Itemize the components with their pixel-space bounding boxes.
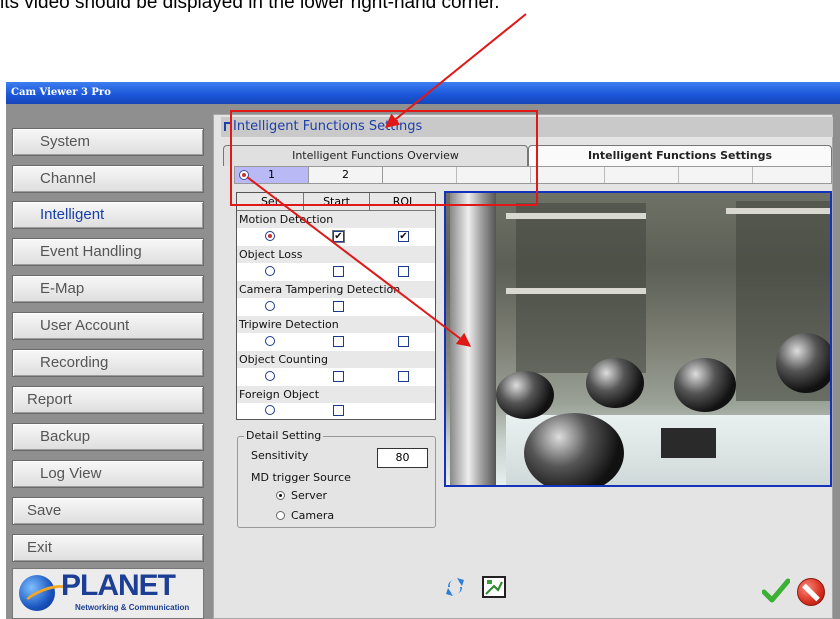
cancel-icon[interactable] xyxy=(797,578,825,606)
nav-backup-button[interactable]: Backup xyxy=(12,423,204,451)
video-dome-camera-shape xyxy=(586,358,644,408)
nav-intelligent-button[interactable]: Intelligent xyxy=(12,201,204,229)
nav-system-button[interactable]: System xyxy=(12,128,204,156)
nav-label: E-Map xyxy=(40,280,85,297)
nav-exit-button[interactable]: Exit xyxy=(12,534,204,562)
nav-channel-button[interactable]: Channel xyxy=(12,165,204,193)
nav-save-button[interactable]: Save xyxy=(12,497,204,525)
start-checkbox-object-counting[interactable] xyxy=(333,371,344,382)
caption-text: its video should be displayed in the low… xyxy=(0,0,500,13)
video-dome-camera-shape xyxy=(776,333,830,393)
nav-label: User Account xyxy=(40,317,130,334)
nav-label: Save xyxy=(27,502,62,519)
start-checkbox-camera-tampering[interactable] xyxy=(333,301,344,312)
md-trigger-source-label: MD trigger Source xyxy=(251,471,351,484)
tab-functions-settings[interactable]: Intelligent Functions Settings xyxy=(528,145,832,166)
start-checkbox-motion-detection[interactable]: ✔ xyxy=(333,231,344,242)
nav-label: Event Handling xyxy=(40,243,142,260)
nav-recording-button[interactable]: Recording xyxy=(12,349,204,377)
video-dome-camera-shape xyxy=(496,371,554,419)
window-title: Cam Viewer 3 Pro xyxy=(11,87,111,98)
nav-label: Report xyxy=(27,391,73,408)
set-radio-foreign-object[interactable] xyxy=(265,405,275,415)
annotation-highlight-box xyxy=(230,110,538,206)
video-shelf-shape xyxy=(506,288,646,294)
set-radio-object-counting[interactable] xyxy=(265,371,275,381)
globe-icon xyxy=(19,575,55,611)
check-icon[interactable] xyxy=(762,578,790,604)
video-shelf-shape xyxy=(726,208,830,214)
snapshot-icon[interactable] xyxy=(482,576,506,598)
sensitivity-label: Sensitivity xyxy=(251,449,309,462)
function-label-camera-tampering: Camera Tampering Detection xyxy=(237,281,435,298)
video-dome-camera-shape xyxy=(524,413,624,485)
nav-report-button[interactable]: Report xyxy=(12,386,204,414)
set-radio-camera-tampering[interactable] xyxy=(265,301,275,311)
video-dome-camera-shape xyxy=(674,358,736,412)
channel-empty-slot xyxy=(531,167,605,183)
trigger-camera-radio[interactable] xyxy=(276,511,285,520)
nav-user-account-button[interactable]: User Account xyxy=(12,312,204,340)
start-checkbox-object-loss[interactable] xyxy=(333,266,344,277)
logo-brand: PLANET xyxy=(61,569,176,602)
roi-checkbox-motion-detection[interactable]: ✔ xyxy=(398,231,409,242)
trigger-server-radio[interactable] xyxy=(276,491,285,500)
nav-label: Backup xyxy=(40,428,91,445)
function-label-object-loss: Object Loss xyxy=(237,246,435,263)
function-label-motion-detection: Motion Detection xyxy=(237,211,435,228)
snapshot-glyph xyxy=(485,580,503,595)
screenshot-root: its video should be displayed in the low… xyxy=(0,0,840,619)
planet-logo: PLANET Networking & Communication xyxy=(12,568,204,619)
trigger-server-label: Server xyxy=(291,489,328,502)
nav-log-view-button[interactable]: Log View xyxy=(12,460,204,488)
channel-empty-slot xyxy=(679,167,753,183)
nav-label: Log View xyxy=(40,465,102,482)
nav-event-handling-button[interactable]: Event Handling xyxy=(12,238,204,266)
nav-label: Intelligent xyxy=(40,206,105,223)
refresh-icon[interactable] xyxy=(444,576,466,598)
start-checkbox-foreign-object[interactable] xyxy=(333,405,344,416)
sensitivity-input[interactable]: 80 xyxy=(377,448,428,468)
channel-empty-slot xyxy=(753,167,831,183)
nav-label: Exit xyxy=(27,539,53,556)
roi-checkbox-object-loss[interactable] xyxy=(398,266,409,277)
window-title-bar[interactable]: Cam Viewer 3 Pro xyxy=(6,82,840,104)
nav-label: System xyxy=(40,133,91,150)
set-radio-motion-detection[interactable] xyxy=(265,231,275,241)
roi-checkbox-object-counting[interactable] xyxy=(398,371,409,382)
start-checkbox-tripwire-detection[interactable] xyxy=(333,336,344,347)
nav-emap-button[interactable]: E-Map xyxy=(12,275,204,303)
nav-label: Recording xyxy=(40,354,109,371)
function-label-object-counting: Object Counting xyxy=(237,351,435,368)
channel-empty-slot xyxy=(605,167,679,183)
roi-checkbox-tripwire-detection[interactable] xyxy=(398,336,409,347)
video-bracket-shape xyxy=(661,428,716,458)
video-shelf-shape xyxy=(506,213,646,219)
detail-setting-legend: Detail Setting xyxy=(244,429,324,442)
video-pole-shape xyxy=(450,193,496,485)
function-label-tripwire-detection: Tripwire Detection xyxy=(237,316,435,333)
trigger-camera-label: Camera xyxy=(291,509,335,522)
function-label-foreign-object: Foreign Object xyxy=(237,386,435,403)
nav-label: Channel xyxy=(40,170,96,187)
camera-video-preview[interactable] xyxy=(444,191,832,487)
logo-tagline: Networking & Communication xyxy=(75,603,190,612)
set-radio-tripwire-detection[interactable] xyxy=(265,336,275,346)
function-table: Set Start ROI Motion Detection ✔ ✔ Objec… xyxy=(236,192,436,420)
set-radio-object-loss[interactable] xyxy=(265,266,275,276)
